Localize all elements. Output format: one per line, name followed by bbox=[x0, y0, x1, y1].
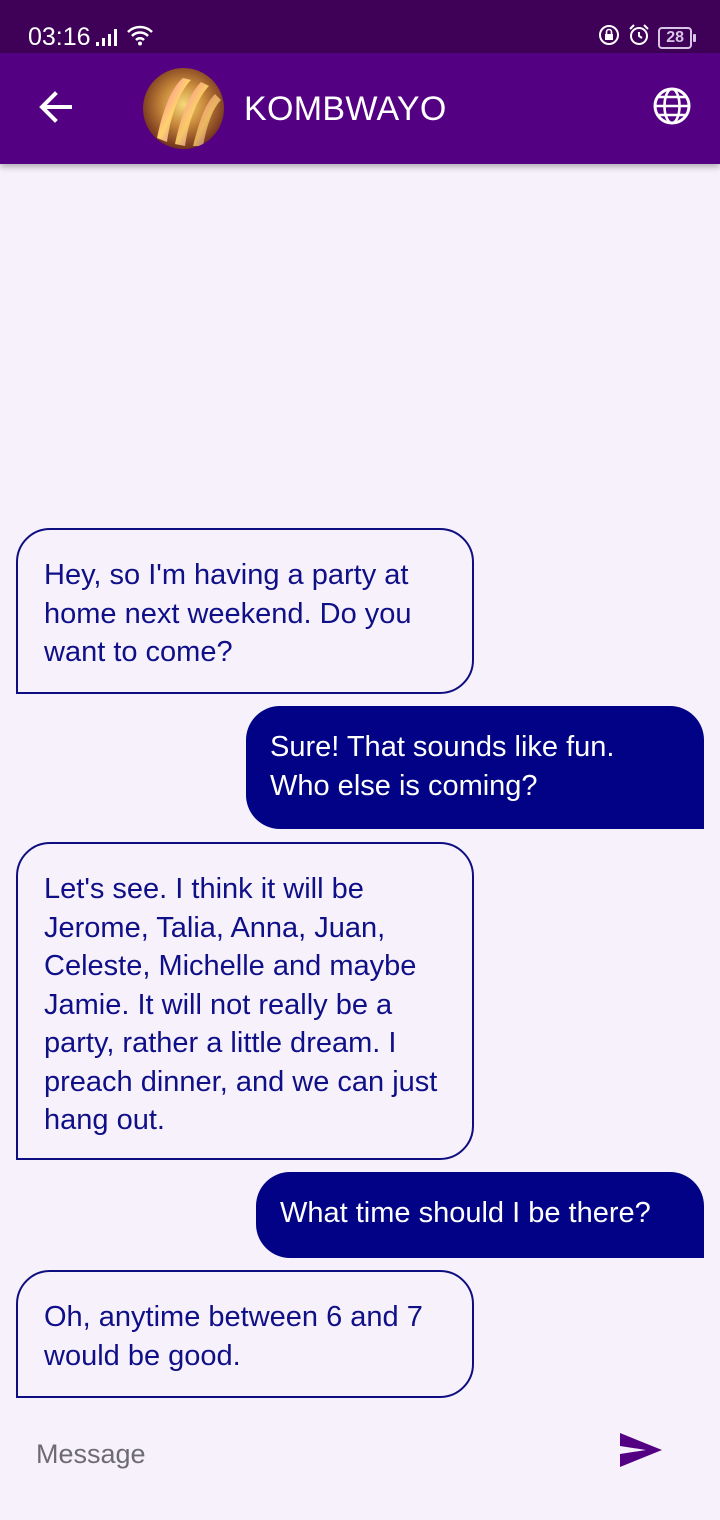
app-bar: KOMBWAYO bbox=[0, 53, 720, 164]
status-right-icons: 28 bbox=[598, 24, 696, 51]
composer bbox=[0, 1414, 720, 1520]
language-button[interactable] bbox=[650, 86, 694, 130]
wifi-icon bbox=[126, 24, 154, 51]
chat-title: KOMBWAYO bbox=[244, 90, 447, 128]
rotation-lock-icon bbox=[598, 24, 620, 51]
send-button[interactable] bbox=[614, 1428, 668, 1476]
outgoing-message: What time should I be there? bbox=[256, 1172, 704, 1258]
incoming-message: Hey, so I'm having a party at home next … bbox=[16, 528, 474, 694]
globe-icon bbox=[652, 86, 692, 131]
message-input[interactable] bbox=[36, 1434, 576, 1474]
incoming-message: Oh, anytime between 6 and 7 would be goo… bbox=[16, 1270, 474, 1398]
alarm-icon bbox=[628, 24, 650, 51]
outgoing-message: Sure! That sounds like fun. Who else is … bbox=[246, 706, 704, 829]
message-list[interactable]: Hey, so I'm having a party at home next … bbox=[0, 164, 720, 1414]
signal-icon bbox=[96, 28, 120, 51]
back-button[interactable] bbox=[34, 87, 78, 131]
send-icon bbox=[618, 1431, 664, 1474]
battery-indicator: 28 bbox=[658, 26, 696, 49]
avatar[interactable] bbox=[143, 68, 224, 149]
arrow-left-icon bbox=[38, 89, 74, 130]
incoming-message: Let's see. I think it will be Jerome, Ta… bbox=[16, 842, 474, 1160]
status-bar: 03:16 28 bbox=[0, 0, 720, 53]
status-time: 03:16 bbox=[28, 23, 91, 51]
status-left-icons bbox=[96, 24, 154, 51]
